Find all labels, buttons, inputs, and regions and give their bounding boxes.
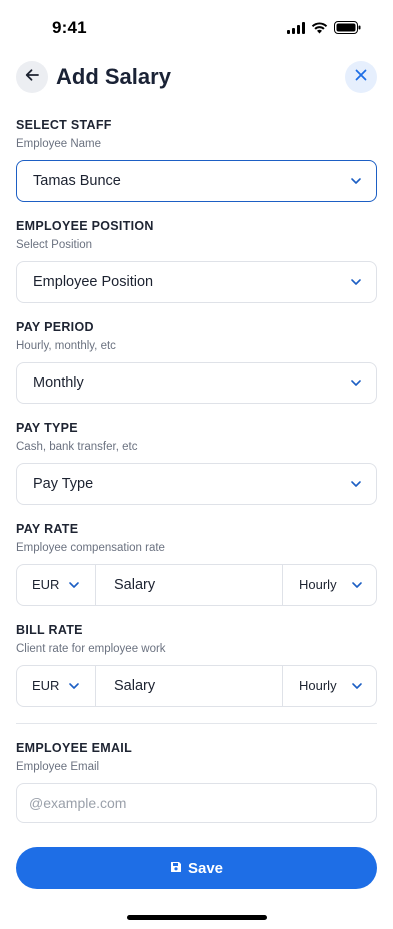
home-indicator [127, 915, 267, 920]
staff-select-value: Tamas Bunce [33, 173, 121, 189]
chevron-down-icon [351, 380, 361, 386]
email-hint: Employee Email [16, 761, 100, 773]
email-field[interactable] [17, 784, 376, 822]
close-button[interactable] [345, 61, 377, 93]
bill-rate-period-value: Hourly [299, 678, 337, 693]
close-icon [355, 68, 367, 86]
bill-rate-amount-value: Salary [114, 678, 156, 694]
pay-rate-label: PAY RATE [16, 522, 79, 536]
pay-rate-amount-value: Salary [114, 577, 156, 593]
bill-rate-period-select[interactable]: Hourly [283, 666, 377, 706]
bill-rate-label: BILL RATE [16, 623, 83, 637]
pay-type-label: PAY TYPE [16, 421, 78, 435]
save-button[interactable]: Save [16, 847, 377, 889]
pay-rate-hint: Employee compensation rate [16, 542, 165, 554]
pay-rate-period-select[interactable]: Hourly [283, 565, 377, 605]
position-hint: Select Position [16, 239, 93, 251]
pay-rate-period-value: Hourly [299, 577, 337, 592]
pay-rate-group: EUR Salary Hourly [16, 564, 377, 606]
back-button[interactable] [16, 61, 48, 93]
pay-type-select-value: Pay Type [33, 476, 94, 492]
pay-rate-amount-input[interactable]: Salary [97, 565, 283, 605]
bill-rate-currency-value: EUR [32, 678, 60, 693]
pay-period-select-value: Monthly [33, 375, 84, 391]
wifi-icon [311, 21, 328, 34]
pay-period-label: PAY PERIOD [16, 320, 94, 334]
chevron-down-icon [69, 582, 79, 588]
email-field-wrapper [16, 783, 377, 823]
back-arrow-icon [24, 67, 40, 88]
status-icons [287, 21, 361, 34]
pay-type-hint: Cash, bank transfer, etc [16, 441, 138, 453]
bill-rate-amount-input[interactable]: Salary [97, 666, 283, 706]
chevron-down-icon [352, 582, 362, 588]
bill-rate-currency-select[interactable]: EUR [17, 666, 96, 706]
staff-select[interactable]: Tamas Bunce [16, 160, 377, 202]
status-time: 9:41 [52, 18, 87, 37]
pay-rate-currency-select[interactable]: EUR [17, 565, 96, 605]
position-select[interactable]: Employee Position [16, 261, 377, 303]
chevron-down-icon [352, 683, 362, 689]
save-icon [170, 860, 182, 877]
header: Add Salary [16, 61, 377, 93]
bill-rate-hint: Client rate for employee work [16, 643, 166, 655]
page-title: Add Salary [56, 64, 171, 89]
chevron-down-icon [69, 683, 79, 689]
position-label: EMPLOYEE POSITION [16, 219, 154, 233]
divider [16, 723, 377, 724]
staff-hint: Employee Name [16, 138, 102, 150]
email-label: EMPLOYEE EMAIL [16, 741, 133, 755]
status-bar: 9:41 [0, 0, 393, 54]
position-select-value: Employee Position [33, 274, 154, 290]
signal-icon [287, 21, 305, 34]
pay-period-select[interactable]: Monthly [16, 362, 377, 404]
save-button-label: Save [187, 859, 224, 877]
pay-rate-currency-value: EUR [32, 577, 60, 592]
staff-label: SELECT STAFF [16, 118, 112, 132]
pay-type-select[interactable]: Pay Type [16, 463, 377, 505]
bill-rate-group: EUR Salary Hourly [16, 665, 377, 707]
chevron-down-icon [351, 279, 361, 285]
pay-period-hint: Hourly, monthly, etc [16, 340, 116, 352]
battery-icon [334, 21, 361, 34]
chevron-down-icon [351, 481, 361, 487]
chevron-down-icon [351, 178, 361, 184]
